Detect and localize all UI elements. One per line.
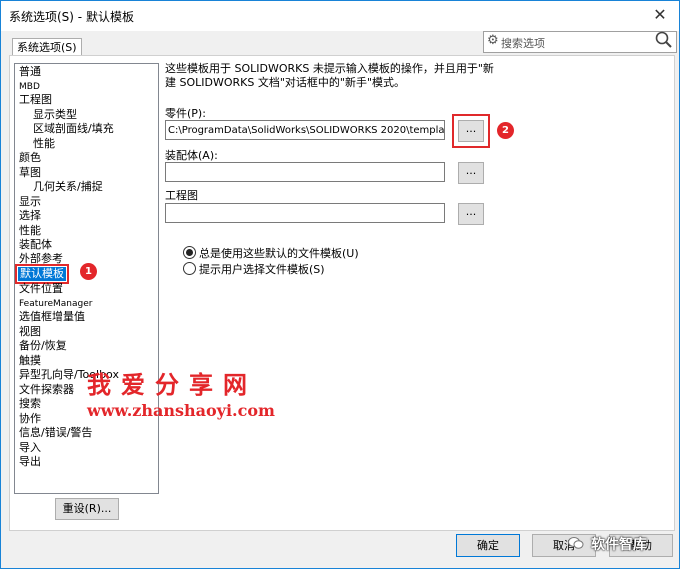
tree-item-general[interactable]: 普通: [19, 65, 41, 79]
close-icon[interactable]: ✕: [649, 4, 671, 26]
radio-checked-icon[interactable]: [183, 246, 196, 259]
tree-item-external-references[interactable]: 外部参考: [19, 252, 63, 266]
tree-item-import[interactable]: 导入: [19, 441, 41, 455]
drawing-label: 工程图: [165, 189, 198, 202]
watermark-brand: 软件智库: [591, 537, 647, 553]
step-badge-2: 2: [497, 122, 514, 139]
tree-item-file-explorer[interactable]: 文件探索器: [19, 383, 74, 397]
search-box[interactable]: ⚙ 搜索选项: [483, 31, 677, 53]
tree-item-spin-box-increments[interactable]: 选值框增量值: [19, 310, 85, 324]
assembly-template-field[interactable]: [165, 162, 445, 182]
tree-item-search[interactable]: 搜索: [19, 397, 41, 411]
radio-prompt-user[interactable]: 提示用户选择文件模板(S): [183, 262, 325, 276]
tree-item-colors[interactable]: 颜色: [19, 151, 41, 165]
drawing-browse-button[interactable]: ...: [458, 203, 484, 225]
ok-button[interactable]: 确定: [456, 534, 520, 557]
radio-always-default-label: 总是使用这些默认的文件模板(U): [199, 247, 359, 260]
reset-button[interactable]: 重设(R)...: [55, 498, 119, 520]
watermark-url: www.zhanshaoyi.com: [87, 401, 275, 420]
search-placeholder: 搜索选项: [501, 37, 545, 50]
radio-unchecked-icon[interactable]: [183, 262, 196, 275]
cancel-button[interactable]: 取消: [532, 534, 596, 557]
tree-item-messages-errors-warnings[interactable]: 信息/错误/警告: [19, 426, 92, 440]
part-label: 零件(P):: [165, 107, 206, 120]
tree-item-view[interactable]: 视图: [19, 325, 41, 339]
part-browse-button[interactable]: ...: [452, 114, 490, 148]
step-badge-1: 1: [80, 263, 97, 280]
tree-item-backup-recover[interactable]: 备份/恢复: [19, 339, 67, 353]
part-template-field[interactable]: C:\ProgramData\SolidWorks\SOLIDWORKS 202…: [165, 120, 445, 140]
tree-item-drawings[interactable]: 工程图: [19, 93, 52, 107]
description-text: 这些模板用于 SOLIDWORKS 未提示输入模板的操作，并且用于"新建 SOL…: [165, 62, 494, 89]
radio-prompt-user-label: 提示用户选择文件模板(S): [199, 263, 325, 276]
tree-item-area-hatch[interactable]: 区域剖面线/填充: [33, 122, 114, 136]
tree-item-file-locations[interactable]: 文件位置: [19, 282, 63, 296]
drawing-template-field[interactable]: [165, 203, 445, 223]
tab-system-options[interactable]: 系统选项(S): [12, 38, 82, 56]
assembly-browse-button[interactable]: ...: [458, 162, 484, 184]
options-dialog: 系统选项(S) - 默认模板 ✕ 系统选项(S) ⚙ 搜索选项 普通 MBD 工…: [0, 0, 680, 569]
tree-item-collaboration[interactable]: 协作: [19, 412, 41, 426]
search-icon[interactable]: [654, 30, 674, 50]
watermark-text: 我爱分享网: [87, 370, 257, 399]
wechat-icon: [568, 537, 584, 549]
radio-always-default[interactable]: 总是使用这些默认的文件模板(U): [183, 246, 359, 260]
tree-item-relations-snaps[interactable]: 几何关系/捕捉: [33, 180, 103, 194]
tree-item-touch[interactable]: 触摸: [19, 354, 41, 368]
assembly-label: 装配体(A):: [165, 149, 218, 162]
tree-item-selection[interactable]: 选择: [19, 209, 41, 223]
title-bar: 系统选项(S) - 默认模板 ✕: [1, 1, 679, 31]
tree-item-default-templates[interactable]: 默认模板: [15, 264, 69, 284]
gear-icon: ⚙: [487, 33, 499, 48]
tree-item-drawing-performance[interactable]: 性能: [33, 137, 55, 151]
tree-item-mbd[interactable]: MBD: [19, 80, 40, 94]
window-title: 系统选项(S) - 默认模板: [9, 10, 134, 24]
tree-item-featuremanager[interactable]: FeatureManager: [19, 297, 92, 311]
tree-item-assemblies[interactable]: 装配体: [19, 238, 52, 252]
tree-item-export[interactable]: 导出: [19, 455, 41, 469]
tree-item-display[interactable]: 显示: [19, 195, 41, 209]
tree-item-sketch[interactable]: 草图: [19, 166, 41, 180]
tree-item-performance[interactable]: 性能: [19, 224, 41, 238]
tree-item-display-style[interactable]: 显示类型: [33, 108, 77, 122]
